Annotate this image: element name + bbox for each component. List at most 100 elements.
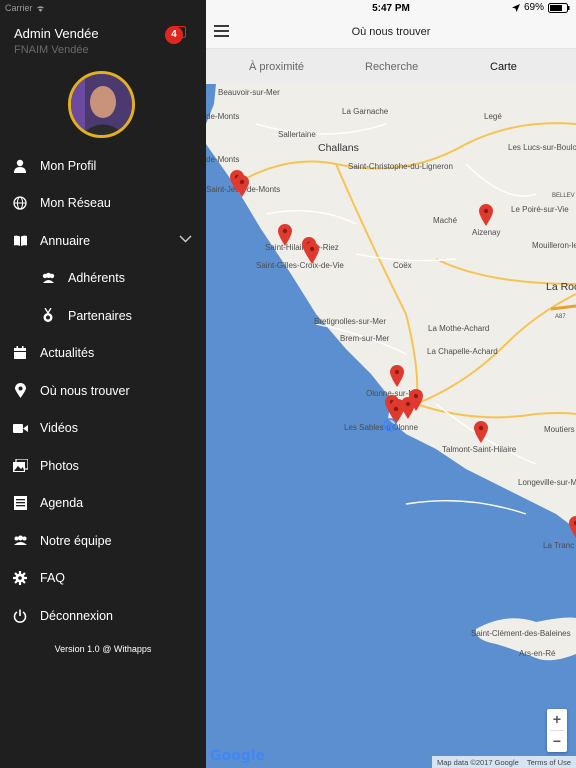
menu-label: Actualités [40, 346, 95, 361]
team-icon [12, 533, 28, 549]
place-label: La Tranc [543, 541, 575, 550]
navigation-bar: Où nous trouver [206, 16, 576, 48]
book-icon [12, 233, 28, 249]
user-organization: FNAIM Vendée [14, 44, 89, 56]
avatar[interactable] [68, 71, 135, 138]
status-bar: 5:47 PM 69% [206, 0, 576, 16]
map-marker[interactable] [390, 365, 404, 387]
current-location-icon [383, 418, 397, 432]
place-label: La Mothe-Achard [428, 324, 490, 333]
location-arrow-icon [511, 3, 520, 12]
place-label: de-Monts [206, 112, 240, 121]
globe-icon [12, 195, 28, 211]
menu-label: Mon Réseau [40, 196, 111, 211]
google-logo: Google [210, 748, 265, 764]
zoom-in-button[interactable]: + [547, 709, 567, 730]
menu-label: Annuaire [40, 233, 91, 248]
carrier-label: Carrier [5, 3, 33, 13]
menu-label: Où nous trouver [40, 383, 130, 398]
menu-item-mon-profil[interactable]: Mon Profil [0, 147, 206, 185]
photos-icon [12, 458, 28, 474]
user-name: Admin Vendée [14, 26, 99, 41]
place-label: de-Monts [206, 155, 240, 164]
tab-carte[interactable]: Carte [490, 61, 517, 73]
menu-item-adherents[interactable]: Adhérents [0, 260, 206, 298]
place-label: Brem-sur-Mer [340, 334, 390, 343]
menu-label: Photos [40, 458, 79, 473]
side-menu: Carrier Admin Vendée FNAIM Vendée 4 Mon … [0, 0, 206, 768]
place-label: La Garnache [342, 107, 389, 116]
avatar-photo [71, 74, 132, 135]
list-icon [12, 495, 28, 511]
menu-item-videos[interactable]: Vidéos [0, 410, 206, 448]
segmented-tabs: À proximité Recherche Carte [206, 48, 576, 84]
place-label: Ars-en-Ré [519, 649, 556, 658]
place-label: Talmont-Saint-Hilaire [442, 445, 517, 454]
map-marker[interactable] [474, 421, 488, 443]
menu-item-actualites[interactable]: Actualités [0, 335, 206, 373]
menu-item-agenda[interactable]: Agenda [0, 485, 206, 523]
user-icon [12, 158, 28, 174]
menu-item-faq[interactable]: FAQ [0, 560, 206, 598]
map-marker[interactable] [305, 242, 319, 264]
battery-percent: 69% [523, 2, 544, 13]
notifications-button[interactable]: 4 [165, 26, 186, 44]
place-label: Challans [318, 142, 359, 154]
place-label: A87 [555, 314, 566, 320]
place-label: Saint-Christophe-du-Ligneron [348, 162, 453, 171]
menu-item-photos[interactable]: Photos [0, 447, 206, 485]
calendar-icon [12, 345, 28, 361]
menu-label: Partenaires [68, 308, 132, 323]
video-camera-icon [12, 420, 28, 436]
place-label: Moutiers [544, 425, 575, 434]
menu-label: FAQ [40, 571, 66, 586]
menu-label: Déconnexion [40, 608, 113, 623]
place-label: Maché [433, 216, 458, 225]
terms-of-use-link[interactable]: Terms of Use [527, 758, 571, 767]
menu-item-notre-equipe[interactable]: Notre équipe [0, 522, 206, 560]
status-right: 69% [511, 2, 570, 13]
place-label: BELLEV [552, 193, 575, 199]
menu-item-deconnexion[interactable]: Déconnexion [0, 597, 206, 635]
menu-list: Mon Profil Mon Réseau Annuaire Adhérents… [0, 147, 206, 635]
place-label: Longeville-sur-M [518, 478, 576, 487]
gear-icon [12, 570, 28, 586]
place-label: Le Poiré-sur-Vie [511, 205, 569, 214]
map-view[interactable]: Beauvoir-sur-Mer La Garnache Legé Les Lu… [206, 84, 576, 768]
menu-label: Agenda [40, 496, 84, 511]
medal-icon [40, 308, 56, 324]
zoom-control: + − [547, 709, 567, 752]
map-marker[interactable] [479, 204, 493, 226]
page-title: Où nous trouver [351, 26, 431, 38]
place-label: Saint-Clément-des-Baleines [471, 629, 571, 638]
place-label: Aizenay [472, 228, 501, 237]
menu-item-annuaire[interactable]: Annuaire [0, 222, 206, 260]
menu-label: Notre équipe [40, 533, 112, 548]
place-label: Legé [484, 112, 502, 121]
map-marker[interactable] [569, 516, 576, 538]
place-label: Les Sables-d'Olonne [344, 423, 419, 432]
menu-item-ou-nous-trouver[interactable]: Où nous trouver [0, 372, 206, 410]
tab-recherche[interactable]: Recherche [365, 61, 418, 73]
chevron-down-icon [179, 235, 192, 243]
map-marker[interactable] [278, 224, 292, 246]
location-pin-icon [12, 383, 28, 399]
menu-label: Adhérents [68, 271, 125, 286]
wifi-icon [36, 5, 44, 12]
place-label: Coëx [393, 261, 412, 270]
group-icon [40, 270, 56, 286]
place-label: Mouilleron-le [532, 241, 576, 250]
menu-item-mon-reseau[interactable]: Mon Réseau [0, 185, 206, 223]
power-icon [12, 608, 28, 624]
menu-label: Mon Profil [40, 158, 97, 173]
carrier-status: Carrier [5, 3, 45, 13]
battery-icon [548, 2, 570, 13]
map-marker[interactable] [235, 175, 249, 197]
map-marker[interactable] [409, 389, 423, 411]
zoom-out-button[interactable]: − [547, 731, 567, 752]
place-label: Les Lucs-sur-Boulogne [508, 143, 576, 152]
menu-item-partenaires[interactable]: Partenaires [0, 297, 206, 335]
app-version: Version 1.0 @ Withapps [54, 644, 152, 654]
tab-a-proximite[interactable]: À proximité [249, 61, 304, 73]
place-label: La Chapelle-Achard [427, 347, 498, 356]
